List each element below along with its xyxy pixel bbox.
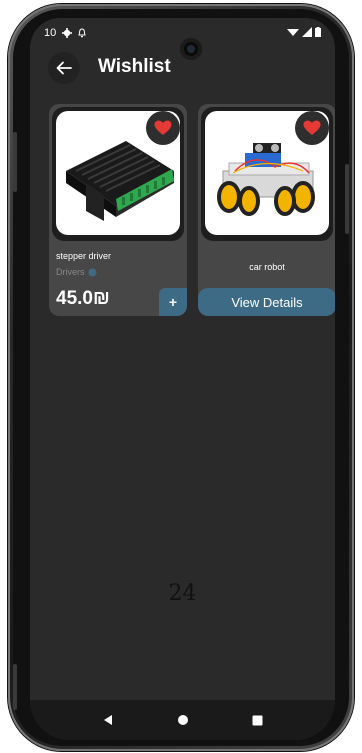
volume-button [13,664,17,710]
settings-icon [62,28,73,38]
notification-icon [78,28,86,38]
recents-square-icon[interactable] [252,715,263,726]
battery-icon [315,27,321,37]
heart-icon [303,120,321,135]
home-circle-icon[interactable] [177,714,189,726]
side-button [345,164,349,234]
back-triangle-icon[interactable] [102,714,114,726]
wifi-icon [287,29,299,36]
favorite-button[interactable] [146,111,180,145]
product-category: Drivers [56,267,97,277]
product-name: car robot [249,262,285,272]
power-button [13,132,17,192]
product-image-frame [52,107,184,241]
arrow-left-icon [56,61,72,75]
page-title: Wishlist [98,56,171,77]
page-number: 24 [168,581,197,606]
verified-icon [88,268,96,276]
system-nav-bar [30,700,335,740]
product-price: 45.0₪ [56,288,110,309]
app-header: Wishlist [30,50,335,86]
view-details-button[interactable]: View Details [198,288,335,316]
product-card[interactable]: stepper driver Drivers 45.0₪ + [49,104,187,316]
app-screen: 10 Wishlist stepper driver Drivers 45.0₪… [30,18,335,740]
favorite-button[interactable] [295,111,329,145]
add-to-cart-button[interactable]: + [159,288,187,316]
category-label: Drivers [56,267,85,277]
signal-icon [302,27,312,37]
product-image-frame [201,107,333,241]
product-card[interactable]: car robot View Details [198,104,335,316]
product-name: stepper driver [56,251,112,261]
status-time: 10 [44,27,57,39]
heart-icon [154,120,172,135]
back-button[interactable] [48,52,80,84]
